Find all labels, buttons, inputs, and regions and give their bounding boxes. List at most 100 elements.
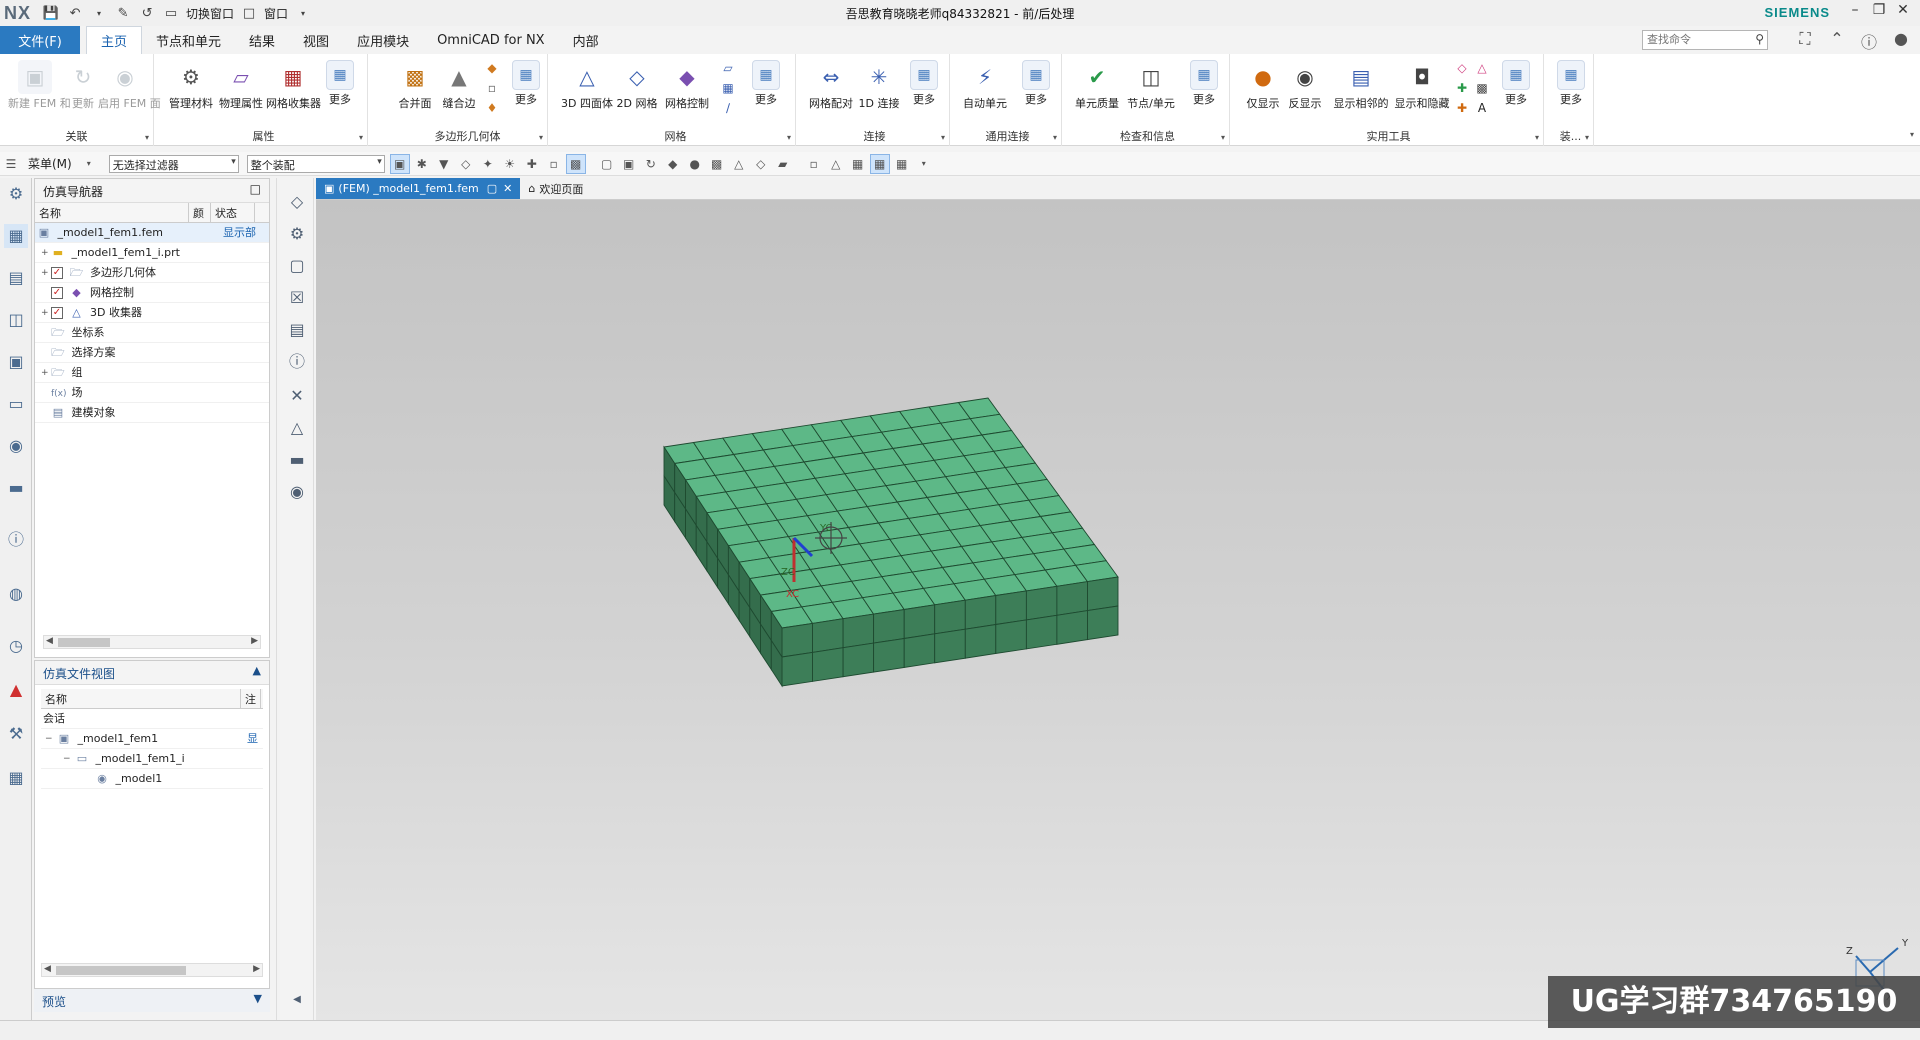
utilities-more-button[interactable]: ▦ 更多 bbox=[1496, 60, 1536, 126]
preview-panel-header[interactable]: 预览 ▼ bbox=[34, 988, 270, 1012]
mesh-element[interactable] bbox=[1056, 610, 1088, 645]
collapse-icon[interactable]: − bbox=[45, 729, 55, 749]
general-connection-more-button[interactable]: ▦ 更多 bbox=[1016, 60, 1056, 126]
close-icon[interactable]: ✕ bbox=[285, 384, 309, 408]
tab-fem-document[interactable]: ▣ (FEM) _model1_fem1.fem ▢ ✕ bbox=[316, 178, 521, 199]
simulation-navigator-icon[interactable]: ▦ bbox=[4, 224, 28, 248]
rotate-view-icon[interactable]: ↻ bbox=[641, 154, 661, 174]
3d-tetra-mesh-button[interactable]: △ 3D 四面体 bbox=[560, 60, 614, 126]
mesh-element[interactable] bbox=[903, 633, 936, 669]
tree-item-fem-file[interactable]: − ▣ _model1_fem1 显 bbox=[41, 729, 263, 749]
polygon-more-button[interactable]: ▦ 更多 bbox=[506, 60, 546, 126]
invert-show-button[interactable]: ◉ 反显示 bbox=[1278, 60, 1332, 126]
display-tool-icon[interactable]: △ bbox=[826, 154, 846, 174]
switch-window-icon[interactable]: ▭ bbox=[161, 3, 181, 23]
tab-application[interactable]: 应用模块 bbox=[343, 26, 423, 54]
polygon-tool-icon[interactable]: ◆ bbox=[484, 60, 500, 76]
tree-root-fem[interactable]: ▣ _model1_fem1.fem 显示部 bbox=[35, 223, 269, 243]
tree-item-polygon-geometry[interactable]: + ✓ 🗁 多边形几何体 bbox=[35, 263, 269, 283]
select-cube-icon[interactable]: ▣ bbox=[389, 153, 410, 174]
polygon-tool-icon[interactable]: ♦ bbox=[484, 100, 500, 116]
mesh-element[interactable] bbox=[903, 604, 936, 640]
edit-section-icon[interactable]: △ bbox=[729, 154, 749, 174]
pin-icon[interactable]: ▢ bbox=[487, 182, 497, 195]
mesh-element[interactable] bbox=[781, 622, 813, 658]
constraint-navigator-icon[interactable]: ▭ bbox=[4, 392, 28, 416]
mesh-element[interactable] bbox=[1025, 585, 1058, 621]
tree-item-field[interactable]: f(x) 场 bbox=[35, 383, 269, 403]
chevron-down-icon[interactable]: ▾ bbox=[941, 133, 945, 142]
mesh-element[interactable] bbox=[964, 623, 997, 659]
chevron-down-icon[interactable]: ▾ bbox=[1053, 133, 1057, 142]
mesh-tool-icon[interactable]: ∕ bbox=[720, 100, 736, 116]
chevron-up-icon[interactable]: ▲ bbox=[253, 664, 261, 677]
select-tool-icon[interactable]: ▫ bbox=[544, 154, 564, 174]
chevron-down-icon[interactable]: ▾ bbox=[145, 133, 149, 142]
customize-quick-access-icon[interactable]: ▾ bbox=[293, 3, 313, 23]
assembly-navigator-icon[interactable]: ◫ bbox=[4, 308, 28, 332]
mesh-more-button[interactable]: ▦ 更多 bbox=[746, 60, 786, 126]
assembly-more-button[interactable]: ▦ 更多 bbox=[1551, 60, 1591, 126]
polygon-tool-icon[interactable]: ▫ bbox=[484, 80, 500, 96]
menu-icon[interactable]: ☰ bbox=[1, 154, 21, 174]
2d-mesh-icon[interactable]: ◇ bbox=[285, 190, 309, 214]
show-hide-button[interactable]: ◘ 显示和隐藏 bbox=[1392, 60, 1452, 126]
scrollbar-thumb[interactable] bbox=[58, 638, 110, 647]
restore-button[interactable]: ❐ bbox=[1868, 2, 1890, 22]
tab-results[interactable]: 结果 bbox=[235, 26, 289, 54]
selection-scope-select[interactable]: 整个装配 ▾ bbox=[246, 154, 385, 173]
repeat-command-icon[interactable]: ↺ bbox=[137, 3, 157, 23]
filter-icon[interactable]: ▼ bbox=[434, 154, 454, 174]
view-fit-icon[interactable]: ▢ bbox=[597, 154, 617, 174]
select-tool-icon[interactable]: ◇ bbox=[456, 154, 476, 174]
utility-tool-icon[interactable]: ✚ bbox=[1454, 100, 1470, 116]
collapse-panel-icon[interactable]: ◀ bbox=[285, 988, 309, 1012]
mesh-element[interactable] bbox=[1025, 614, 1058, 650]
text-annotation-icon[interactable]: A bbox=[1474, 100, 1490, 116]
window-menu-button[interactable]: 窗口 bbox=[264, 5, 288, 22]
scroll-left-icon[interactable]: ◀ bbox=[44, 964, 51, 974]
history-icon[interactable]: ◷ bbox=[4, 634, 28, 658]
tab-internal[interactable]: 内部 bbox=[559, 26, 613, 54]
view-section-icon[interactable]: ▩ bbox=[707, 154, 727, 174]
expand-icon[interactable]: + bbox=[41, 243, 51, 263]
mesh-tool-icon[interactable]: ▱ bbox=[720, 60, 736, 76]
delete-box-icon[interactable]: ☒ bbox=[285, 286, 309, 310]
mesh-element[interactable] bbox=[812, 647, 844, 682]
chevron-down-icon[interactable]: ▾ bbox=[539, 133, 543, 142]
visibility-checkbox[interactable]: ✓ bbox=[51, 267, 63, 279]
chevron-down-icon[interactable]: ▾ bbox=[1585, 133, 1589, 142]
undo-icon[interactable]: ↶ bbox=[65, 3, 85, 23]
utility-tool-icon[interactable]: △ bbox=[1474, 60, 1490, 76]
utility-tool-icon[interactable]: ◇ bbox=[1454, 60, 1470, 76]
mesh-element[interactable] bbox=[934, 599, 966, 635]
visibility-checkbox[interactable]: ✓ bbox=[51, 307, 63, 319]
expand-icon[interactable]: + bbox=[41, 263, 51, 283]
help-icon[interactable]: ⓘ bbox=[1858, 29, 1880, 52]
tab-welcome-page[interactable]: ⌂ 欢迎页面 bbox=[520, 178, 591, 199]
utility-tool-icon[interactable]: ✚ bbox=[1454, 80, 1470, 96]
mesh-element[interactable] bbox=[1087, 605, 1119, 641]
scrollbar-thumb[interactable] bbox=[56, 966, 186, 975]
help-icon[interactable]: ⓘ bbox=[285, 350, 309, 374]
full-screen-icon[interactable]: ⛶ bbox=[1794, 29, 1816, 51]
snap-point-icon[interactable]: ✚ bbox=[522, 154, 542, 174]
scroll-left-icon[interactable]: ◀ bbox=[46, 636, 53, 646]
file-view-horizontal-scrollbar[interactable]: ◀ ▶ bbox=[41, 963, 263, 977]
display-tool-icon[interactable]: ▦ bbox=[892, 154, 912, 174]
reuse-library-icon[interactable]: ▣ bbox=[4, 350, 28, 374]
settings-icon[interactable]: ● bbox=[1890, 29, 1912, 51]
node-element-info-button[interactable]: ◫ 节点/单元 bbox=[1124, 60, 1178, 126]
orient-view-icon[interactable]: ◆ bbox=[663, 154, 683, 174]
chevron-down-icon[interactable]: ▾ bbox=[1221, 133, 1225, 142]
check-more-button[interactable]: ▦ 更多 bbox=[1184, 60, 1224, 126]
chevron-down-icon[interactable]: ▼ bbox=[254, 992, 262, 1005]
scroll-right-icon[interactable]: ▶ bbox=[253, 964, 260, 974]
system-materials-icon[interactable]: ▬ bbox=[4, 476, 28, 500]
show-adjacent-button[interactable]: ▤ 显示相邻的 bbox=[1328, 60, 1394, 126]
display-tool-icon[interactable]: ▦ bbox=[869, 153, 890, 174]
file-view-header[interactable]: 仿真文件视图 ▲ bbox=[35, 661, 269, 685]
expand-icon[interactable]: + bbox=[41, 303, 51, 323]
3d-mesh-settings-icon[interactable]: ⚙ bbox=[285, 222, 309, 246]
view-triad-icon[interactable]: ◇ bbox=[751, 154, 771, 174]
